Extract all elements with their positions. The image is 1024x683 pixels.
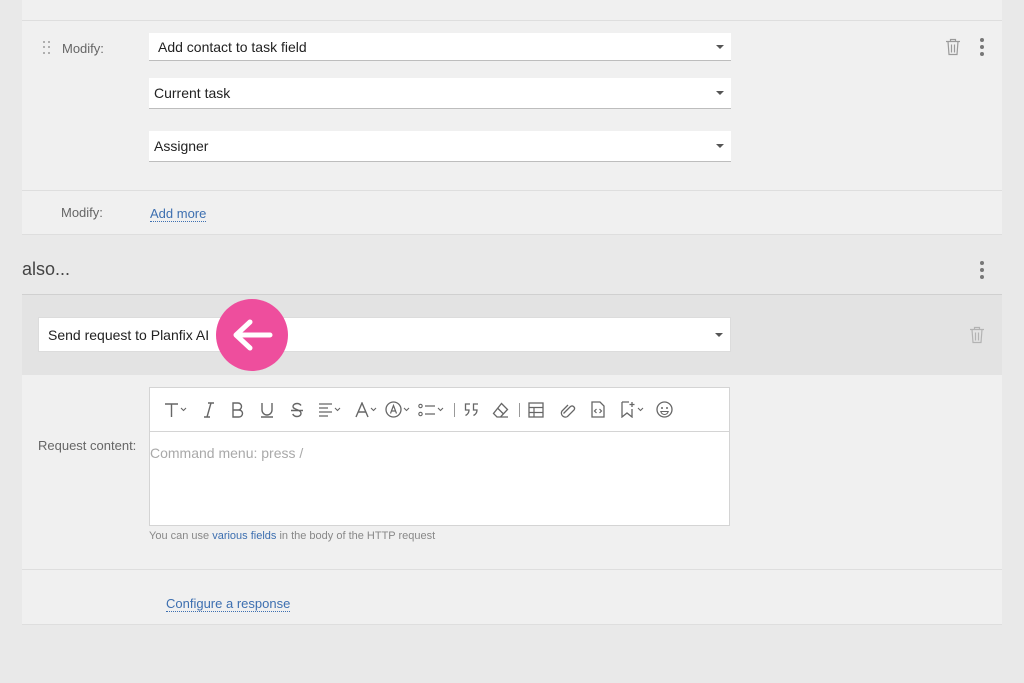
strikethrough-icon[interactable] bbox=[290, 398, 304, 422]
pointer-arrow-icon bbox=[216, 299, 288, 371]
more-options-icon[interactable] bbox=[979, 261, 985, 279]
configure-response-link[interactable]: Configure a response bbox=[166, 596, 291, 612]
font-color-icon[interactable] bbox=[355, 398, 377, 422]
eraser-icon[interactable] bbox=[492, 398, 509, 422]
bold-icon[interactable] bbox=[231, 398, 244, 422]
modify-label-2: Modify: bbox=[61, 205, 103, 220]
top-card-strip bbox=[22, 0, 1002, 20]
chevron-down-icon bbox=[716, 91, 724, 95]
toolbar-divider bbox=[454, 402, 455, 417]
chevron-down-icon bbox=[716, 44, 724, 49]
bookmark-icon[interactable] bbox=[620, 398, 644, 422]
action-select-value: Add contact to task field bbox=[158, 38, 307, 55]
editor-toolbar bbox=[150, 388, 729, 432]
divider bbox=[22, 624, 1002, 625]
field-select-value: Assigner bbox=[154, 138, 209, 154]
highlight-icon[interactable] bbox=[385, 398, 410, 422]
field-select[interactable]: Assigner bbox=[149, 131, 731, 162]
quote-icon[interactable] bbox=[463, 398, 480, 422]
target-select-value: Current task bbox=[154, 85, 231, 101]
attach-icon[interactable] bbox=[558, 398, 576, 422]
italic-icon[interactable] bbox=[203, 398, 215, 422]
emoji-icon[interactable] bbox=[656, 398, 673, 422]
modify-label: Modify: bbox=[62, 41, 104, 56]
editor-placeholder[interactable]: Command menu: press / bbox=[150, 432, 729, 461]
ai-action-select[interactable]: Send request to Planfix AI bbox=[38, 317, 731, 352]
toolbar-divider bbox=[519, 402, 520, 417]
underline-icon[interactable] bbox=[260, 398, 274, 422]
hint-suffix: in the body of the HTTP request bbox=[276, 530, 436, 542]
trash-icon[interactable] bbox=[945, 38, 961, 56]
chevron-down-icon bbox=[716, 144, 724, 148]
drag-handle-icon[interactable] bbox=[43, 41, 51, 55]
table-icon[interactable] bbox=[528, 398, 544, 422]
fields-hint: You can use various fields in the body o… bbox=[149, 530, 435, 542]
divider bbox=[22, 234, 1002, 235]
add-more-link[interactable]: Add more bbox=[150, 206, 207, 222]
ai-action-select-value: Send request to Planfix AI bbox=[48, 326, 210, 343]
hint-prefix: You can use bbox=[149, 530, 213, 542]
align-icon[interactable] bbox=[318, 398, 341, 422]
also-section-title: also... bbox=[22, 259, 71, 279]
more-options-icon[interactable] bbox=[979, 38, 985, 56]
text-style-icon[interactable] bbox=[164, 398, 187, 422]
rich-text-editor[interactable]: Command menu: press / bbox=[149, 387, 730, 526]
target-select[interactable]: Current task bbox=[149, 78, 731, 109]
list-icon[interactable] bbox=[418, 398, 444, 422]
chevron-down-icon bbox=[715, 332, 723, 337]
trash-icon[interactable] bbox=[969, 326, 985, 344]
code-icon[interactable] bbox=[590, 398, 606, 422]
action-select[interactable]: Add contact to task field bbox=[149, 33, 731, 61]
various-fields-link[interactable]: various fields bbox=[212, 530, 276, 542]
request-content-label: Request content: bbox=[38, 438, 137, 453]
